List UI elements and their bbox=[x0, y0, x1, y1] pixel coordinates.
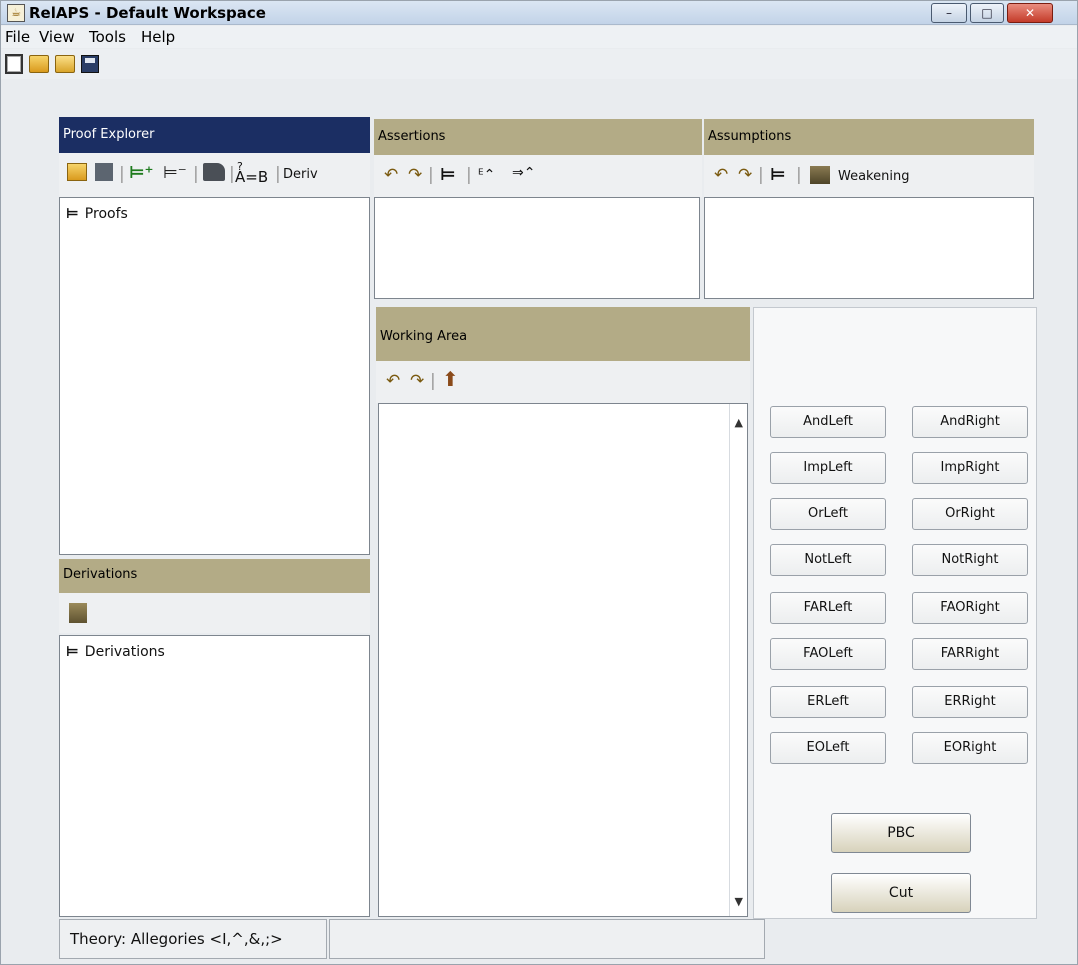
open-folder-icon[interactable] bbox=[55, 55, 75, 73]
menu-tools[interactable]: Tools bbox=[89, 28, 126, 46]
app-window: ☕ RelAPS - Default Workspace – □ ✕ File … bbox=[0, 0, 1078, 965]
close-button[interactable]: ✕ bbox=[1007, 3, 1053, 23]
separator: | bbox=[229, 164, 235, 184]
rule-impleft-button[interactable]: ImpLeft bbox=[770, 452, 886, 484]
scroll-down-arrow-icon[interactable]: ▼ bbox=[735, 895, 743, 908]
java-app-icon: ☕ bbox=[7, 4, 25, 22]
rule-impright-button[interactable]: ImpRight bbox=[912, 452, 1028, 484]
separator: | bbox=[119, 164, 125, 184]
proof-explorer-toolbar: | ⊨⁺ ⊨⁻ | | ? A=B | Deriv bbox=[59, 153, 370, 197]
turnstile-icon[interactable]: ⊨ bbox=[440, 165, 456, 185]
menu-bar: File View Tools Help bbox=[1, 26, 1077, 48]
derivations-toolbar bbox=[59, 593, 370, 633]
separator: | bbox=[275, 164, 281, 184]
weakening-button[interactable]: Weakening bbox=[838, 167, 909, 187]
redo-icon[interactable]: ↷ bbox=[408, 165, 422, 185]
theory-status: Theory: Allegories <I,^,&,;> bbox=[59, 919, 327, 959]
menu-help[interactable]: Help bbox=[141, 28, 175, 46]
vertical-scrollbar[interactable] bbox=[729, 404, 747, 916]
assertions-header: Assertions bbox=[374, 119, 702, 155]
up-arrow-icon[interactable]: ⬆ bbox=[442, 369, 459, 389]
derive-button[interactable]: Deriv bbox=[283, 165, 318, 185]
rule-eoleft-button[interactable]: EOLeft bbox=[770, 732, 886, 764]
window-title: RelAPS - Default Workspace bbox=[29, 4, 266, 22]
save-icon[interactable] bbox=[81, 55, 99, 73]
rule-notright-button[interactable]: NotRight bbox=[912, 544, 1028, 576]
working-area-toolbar: ↶ ↷ | ⬆ bbox=[376, 361, 750, 403]
assertions-toolbar: ↶ ↷ | ⊨ | ᴱ⌃ ⇒⌃ bbox=[374, 155, 702, 197]
separator: | bbox=[428, 165, 434, 185]
rule-notleft-button[interactable]: NotLeft bbox=[770, 544, 886, 576]
separator: | bbox=[796, 165, 802, 185]
rule-eoright-button[interactable]: EORight bbox=[912, 732, 1028, 764]
status-bar-empty bbox=[329, 919, 765, 959]
open-icon[interactable] bbox=[29, 55, 49, 73]
rule-farleft-button[interactable]: FARLeft bbox=[770, 592, 886, 624]
working-area-canvas[interactable]: ▲ ▼ bbox=[378, 403, 748, 917]
turnstile-icon: ⊨ bbox=[66, 206, 79, 222]
assumptions-header: Assumptions bbox=[704, 119, 1034, 155]
turnstile-icon[interactable]: ⊨ bbox=[770, 165, 786, 185]
separator: | bbox=[466, 165, 472, 185]
implication-icon[interactable]: ⇒⌃ bbox=[512, 163, 535, 183]
turnstile-icon: ⊨ bbox=[66, 644, 79, 660]
weakening-icon[interactable] bbox=[810, 166, 830, 184]
rule-andright-button[interactable]: AndRight bbox=[912, 406, 1028, 438]
remove-proof-icon[interactable]: ⊨⁻ bbox=[163, 163, 187, 183]
rule-erleft-button[interactable]: ERLeft bbox=[770, 686, 886, 718]
pbc-button[interactable]: PBC bbox=[831, 813, 971, 853]
assumptions-list bbox=[704, 197, 1034, 299]
add-proof-icon[interactable]: ⊨⁺ bbox=[129, 163, 154, 183]
working-area-header: Working Area bbox=[376, 307, 750, 361]
stop-icon[interactable] bbox=[95, 163, 113, 181]
main-toolbar bbox=[1, 49, 1077, 79]
rule-erright-button[interactable]: ERRight bbox=[912, 686, 1028, 718]
assumptions-toolbar: ↶ ↷ | ⊨ | Weakening bbox=[704, 155, 1034, 197]
undo-icon[interactable]: ↶ bbox=[714, 165, 728, 185]
separator: | bbox=[758, 165, 764, 185]
menu-view[interactable]: View bbox=[39, 28, 75, 46]
undo-icon[interactable]: ↶ bbox=[384, 165, 398, 185]
menu-file[interactable]: File bbox=[5, 28, 30, 46]
rule-andleft-button[interactable]: AndLeft bbox=[770, 406, 886, 438]
new-icon[interactable] bbox=[5, 54, 23, 74]
scroll-up-arrow-icon[interactable]: ▲ bbox=[735, 416, 743, 429]
proof-folder-icon[interactable] bbox=[203, 163, 225, 181]
redo-icon[interactable]: ↷ bbox=[410, 371, 424, 391]
cut-button[interactable]: Cut bbox=[831, 873, 971, 913]
proof-explorer-tree: ⊨ Proofs bbox=[59, 197, 370, 555]
derivations-header: Derivations bbox=[59, 559, 370, 593]
derivations-tree: ⊨ Derivations bbox=[59, 635, 370, 917]
title-bar: ☕ RelAPS - Default Workspace – □ ✕ bbox=[1, 1, 1077, 25]
undo-icon[interactable]: ↶ bbox=[386, 371, 400, 391]
separator: | bbox=[193, 164, 199, 184]
redo-icon[interactable]: ↷ bbox=[738, 165, 752, 185]
assertions-list bbox=[374, 197, 700, 299]
proof-explorer-header: Proof Explorer bbox=[59, 117, 370, 153]
rule-orleft-button[interactable]: OrLeft bbox=[770, 498, 886, 530]
equation-icon[interactable]: A=B bbox=[235, 167, 268, 187]
rule-orright-button[interactable]: OrRight bbox=[912, 498, 1028, 530]
maximize-button[interactable]: □ bbox=[970, 3, 1004, 23]
rule-faoleft-button[interactable]: FAOLeft bbox=[770, 638, 886, 670]
introduce-icon[interactable]: ᴱ⌃ bbox=[478, 165, 495, 185]
minimize-button[interactable]: – bbox=[931, 3, 967, 23]
open-proof-icon[interactable] bbox=[67, 163, 87, 181]
document-icon[interactable] bbox=[69, 603, 87, 623]
rule-farright-button[interactable]: FARRight bbox=[912, 638, 1028, 670]
rule-faoright-button[interactable]: FAORight bbox=[912, 592, 1028, 624]
tree-node-derivations[interactable]: ⊨ Derivations bbox=[66, 644, 165, 660]
separator: | bbox=[430, 371, 436, 391]
tree-node-proofs[interactable]: ⊨ Proofs bbox=[66, 206, 128, 222]
